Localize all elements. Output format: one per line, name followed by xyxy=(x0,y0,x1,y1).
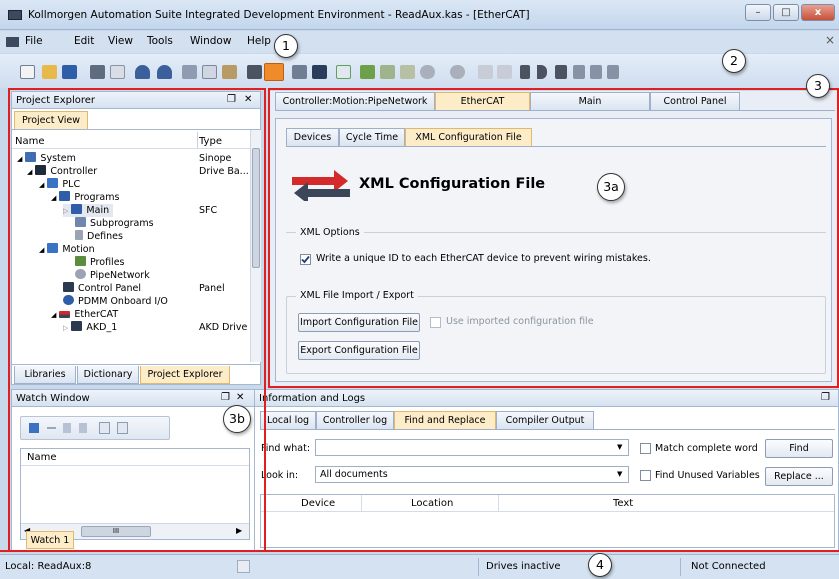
minimize-button[interactable]: – xyxy=(745,4,771,21)
info-logs-header: Information and Logs xyxy=(255,390,838,407)
status-connection: Not Connected xyxy=(691,561,766,572)
find-binoculars-icon[interactable] xyxy=(247,65,262,79)
menu-bar: File Edit View Tools Window Help × xyxy=(0,31,839,53)
unused-vars-label: Find Unused Variables xyxy=(655,470,760,481)
breakpoint-icon[interactable] xyxy=(607,65,619,79)
app-icon xyxy=(8,10,22,20)
tab-compiler-output[interactable]: Compiler Output xyxy=(496,411,594,429)
stop-icon[interactable] xyxy=(450,65,465,79)
step-out-icon[interactable] xyxy=(590,65,602,79)
connect-icon[interactable] xyxy=(360,65,375,79)
tab-controller-log[interactable]: Controller log xyxy=(316,411,394,429)
look-in-label: Look in: xyxy=(261,470,299,481)
redo-icon[interactable] xyxy=(157,65,172,79)
compile-icon[interactable] xyxy=(312,65,327,79)
close-button[interactable]: x xyxy=(801,4,835,21)
menu-window[interactable]: Window xyxy=(190,35,231,47)
find-what-label: Find what: xyxy=(261,443,311,454)
tab-find-replace[interactable]: Find and Replace xyxy=(394,411,496,429)
toolbar xyxy=(0,54,839,88)
look-in-value: All documents xyxy=(320,469,388,480)
run-icon[interactable] xyxy=(420,65,435,79)
callout-1: 1 xyxy=(274,34,298,58)
col-text[interactable]: Text xyxy=(613,498,633,509)
results-table: Device Location Text xyxy=(260,494,835,548)
find-button[interactable]: Find xyxy=(765,439,833,458)
step-icon[interactable] xyxy=(478,65,493,79)
step-into-icon[interactable] xyxy=(573,65,585,79)
callout-3: 3 xyxy=(806,74,830,98)
look-in-select[interactable]: All documents xyxy=(315,466,629,483)
callout-4: 4 xyxy=(588,553,612,577)
print-icon[interactable] xyxy=(90,65,105,79)
menu-tools[interactable]: Tools xyxy=(147,35,173,47)
menu-edit[interactable]: Edit xyxy=(74,35,94,47)
build-tools-icon[interactable] xyxy=(292,65,307,79)
col-location[interactable]: Location xyxy=(411,498,453,509)
info-logs-panel: Information and Logs ❐ Local log Control… xyxy=(254,389,839,552)
window-title: Kollmorgen Automation Suite Integrated D… xyxy=(28,9,530,21)
callout-3b: 3b xyxy=(223,405,251,433)
new-file-icon[interactable] xyxy=(20,65,35,79)
replace-button[interactable]: Replace ... xyxy=(765,467,833,486)
callout-2: 2 xyxy=(722,49,746,73)
logs-pin-icon[interactable]: ❐ xyxy=(821,392,830,403)
step-over-icon[interactable] xyxy=(497,65,512,79)
copy-icon[interactable] xyxy=(202,65,217,79)
fast-forward-icon[interactable] xyxy=(555,65,567,79)
menu-help[interactable]: Help xyxy=(247,35,271,47)
pause-icon[interactable] xyxy=(520,65,530,79)
match-word-label: Match complete word xyxy=(655,443,758,454)
paste-icon[interactable] xyxy=(222,65,237,79)
print-preview-icon[interactable] xyxy=(110,65,125,79)
upload-icon[interactable] xyxy=(400,65,415,79)
match-word-checkbox[interactable] xyxy=(640,443,651,454)
find-dropdown-icon[interactable]: ▼ xyxy=(617,443,622,451)
undo-icon[interactable] xyxy=(135,65,150,79)
menu-file[interactable]: File xyxy=(25,35,43,47)
menu-view[interactable]: View xyxy=(108,35,133,47)
find-what-input[interactable] xyxy=(315,439,629,456)
status-device-icon xyxy=(237,560,250,573)
mdi-close-icon[interactable]: × xyxy=(825,33,835,47)
cut-icon[interactable] xyxy=(182,65,197,79)
highlight-status-line xyxy=(0,550,839,552)
highlight-editor xyxy=(268,88,839,388)
play-icon[interactable] xyxy=(537,65,547,79)
check-icon[interactable] xyxy=(336,65,351,79)
status-drives: Drives inactive xyxy=(486,561,561,572)
unused-vars-checkbox[interactable] xyxy=(640,470,651,481)
download-icon[interactable] xyxy=(380,65,395,79)
col-device[interactable]: Device xyxy=(301,498,335,509)
results-header-row xyxy=(261,495,834,512)
title-bar: Kollmorgen Automation Suite Integrated D… xyxy=(0,0,839,30)
project-view-icon[interactable] xyxy=(264,63,284,81)
status-bar: Local: ReadAux:8 Drives inactive Not Con… xyxy=(0,554,839,579)
open-folder-icon[interactable] xyxy=(42,65,57,79)
mdi-doc-icon xyxy=(6,37,19,47)
tab-local-log[interactable]: Local log xyxy=(260,411,316,429)
maximize-button[interactable]: □ xyxy=(773,4,799,21)
info-logs-title: Information and Logs xyxy=(259,393,366,404)
status-local: Local: ReadAux:8 xyxy=(5,561,92,572)
look-in-dropdown-icon[interactable]: ▼ xyxy=(617,470,622,478)
highlight-left-panels xyxy=(8,88,266,552)
save-icon[interactable] xyxy=(62,65,77,79)
callout-3a: 3a xyxy=(597,173,625,201)
